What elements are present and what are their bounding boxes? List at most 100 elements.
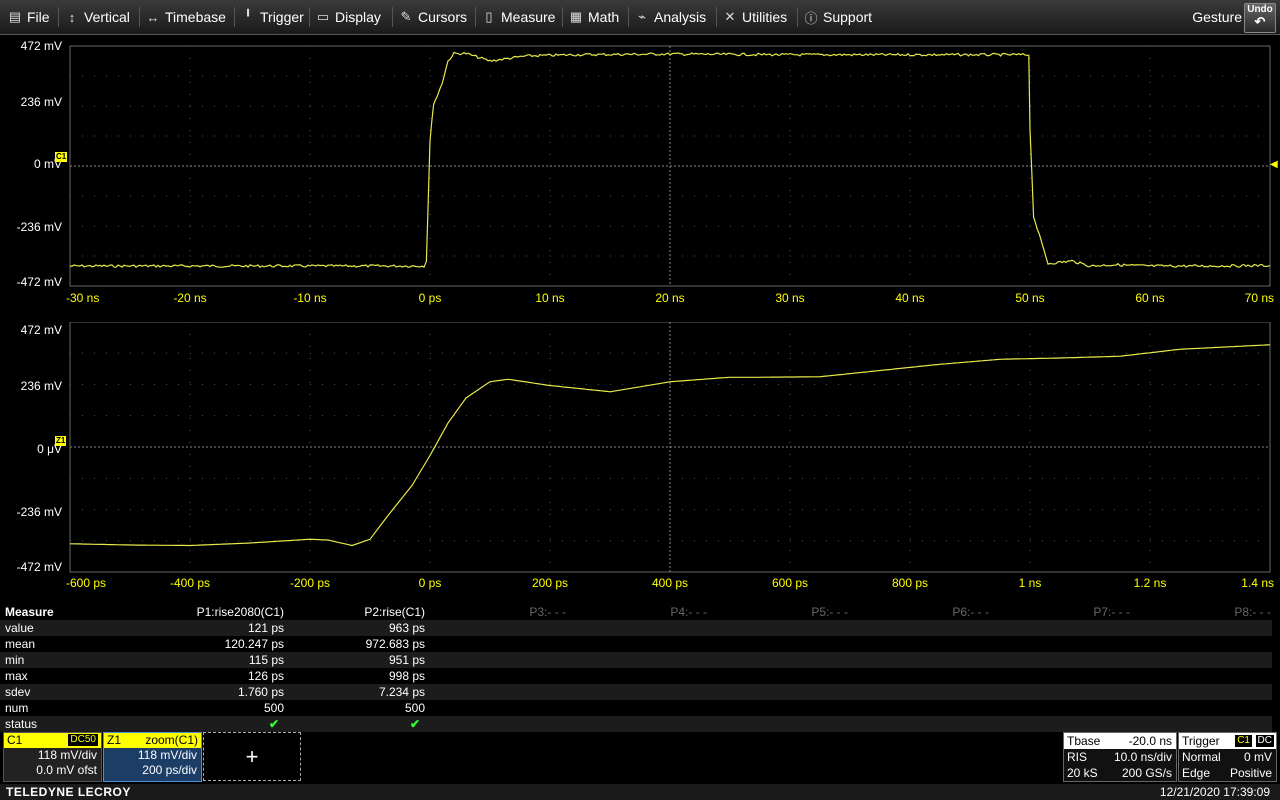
row-name: sdev <box>5 685 31 699</box>
undo-arrow-icon: ↶ <box>1254 14 1266 29</box>
row-name: num <box>5 701 29 715</box>
z1-vdiv: 118 mV/div <box>137 748 197 762</box>
vertical-arrows-icon: ↕ <box>68 9 76 25</box>
y-tick-label: 236 mV <box>20 95 62 109</box>
p1-value: 500 <box>263 701 284 715</box>
file-icon: ▤ <box>8 9 22 24</box>
menu-analysis[interactable]: ⌁ Analysis <box>635 0 706 34</box>
c1-channel-marker[interactable]: C1 <box>55 152 68 162</box>
menu-trigger-label: Trigger <box>260 9 304 25</box>
p7-header[interactable]: P7:- - - <box>1093 604 1130 620</box>
display-icon: ▭ <box>316 9 330 24</box>
c1-waveform-grid[interactable] <box>0 40 1280 290</box>
math-icon: ▦ <box>569 9 583 24</box>
measure-row: mean 120.247 ps 972.683 ps <box>0 636 1272 652</box>
p2-header[interactable]: P2:rise(C1) <box>364 604 425 620</box>
p1-header[interactable]: P1:rise2080(C1) <box>197 604 284 620</box>
measure-icon: ▯ <box>485 9 493 24</box>
p1-value: 115 ps <box>248 653 284 667</box>
x-tick-label: -10 ns <box>293 291 327 305</box>
row-name: status <box>5 717 38 731</box>
trigger-mode: Normal <box>1182 750 1221 764</box>
measure-row: value 121 ps 963 ps <box>0 620 1272 636</box>
menu-math-label: Math <box>588 9 620 25</box>
trigger-descriptor[interactable]: Trigger C1 DC Normal 0 mV Edge Positive <box>1178 732 1277 782</box>
p1-value: 121 ps <box>247 621 284 635</box>
p2-value: 500 <box>404 701 425 715</box>
z1-source: zoom(C1) <box>145 733 198 747</box>
measure-row: max 126 ps 998 ps <box>0 668 1272 684</box>
menu-timebase[interactable]: ↔ Timebase <box>146 0 226 34</box>
c1-descriptor-header: C1 DC50 <box>4 733 101 748</box>
menu-cursors[interactable]: ✎ Cursors <box>399 0 467 34</box>
c1-vdiv: 118 mV/div <box>37 748 97 762</box>
status-footer: TELEDYNE LECROY 12/21/2020 17:39:09 <box>0 784 1280 800</box>
measure-table: Measure P1:rise2080(C1) P2:rise(C1) P3:-… <box>0 604 1280 732</box>
timebase-tdiv: 10.0 ns/div <box>1113 750 1172 764</box>
y-tick-label: -236 mV <box>16 505 62 519</box>
menu-vertical[interactable]: ↕ Vertical <box>65 0 130 34</box>
menu-cursors-label: Cursors <box>418 9 468 25</box>
cursors-icon: ✎ <box>400 9 412 24</box>
x-tick-label: 600 ps <box>771 576 809 590</box>
gesture-label[interactable]: Gesture <box>1192 0 1242 34</box>
measure-row: status ✔ ✔ <box>0 716 1272 732</box>
p8-header[interactable]: P8:- - - <box>1234 604 1271 620</box>
horizontal-arrows-icon: ↔ <box>146 9 160 25</box>
p2-value: 951 ps <box>388 653 425 667</box>
p2-value: 972.683 ps <box>365 637 425 651</box>
p6-header[interactable]: P6:- - - <box>952 604 989 620</box>
measure-title: Measure <box>5 605 54 619</box>
menu-display-label: Display <box>335 9 381 25</box>
x-tick-label: -400 ps <box>169 576 211 590</box>
z1-name: Z1 <box>107 733 122 747</box>
c1-descriptor-box[interactable]: C1 DC50 118 mV/div 0.0 mV ofst <box>3 732 102 782</box>
trigger-level-marker-icon[interactable]: ◀ <box>1270 159 1278 170</box>
z1-channel-marker[interactable]: Z1 <box>55 436 67 446</box>
z1-descriptor-box[interactable]: Z1 zoom(C1) 118 mV/div 200 ps/div <box>103 732 202 782</box>
y-tick-label: 0 μV <box>37 442 62 456</box>
z1-zoom-grid[interactable] <box>0 322 1280 574</box>
x-tick-label: 10 ns <box>535 291 565 305</box>
measure-row: num 500 500 <box>0 700 1272 716</box>
p1-status-check-icon: ✔ <box>268 717 279 731</box>
x-tick-label: 70 ns <box>1244 291 1274 305</box>
menu-bar: ▤ File ↕ Vertical ↔ Timebase ╹ Trigger ▭ Disp… <box>0 0 1280 35</box>
x-tick-label: -30 ns <box>66 291 100 305</box>
p4-header[interactable]: P4:- - - <box>670 604 707 620</box>
menu-support[interactable]: ⓘ Support <box>804 0 872 34</box>
trigger-label: Trigger <box>1182 734 1220 748</box>
x-tick-label: 1 ns <box>1018 576 1042 590</box>
p5-header[interactable]: P5:- - - <box>811 604 848 620</box>
undo-button[interactable]: Undo ↶ <box>1244 3 1276 33</box>
y-tick-label: -236 mV <box>16 220 62 234</box>
timebase-label: Tbase <box>1067 734 1101 748</box>
menu-display[interactable]: ▭ Display <box>316 0 381 34</box>
menu-measure[interactable]: ▯ Measure <box>482 0 555 34</box>
x-tick-label: 1.4 ns <box>1241 576 1274 590</box>
menu-trigger[interactable]: ╹ Trigger <box>241 0 304 34</box>
x-tick-label: 40 ns <box>895 291 925 305</box>
y-tick-label: 472 mV <box>20 39 62 53</box>
utilities-icon: ✕ <box>724 9 736 24</box>
trigger-slope: Positive <box>1229 766 1272 780</box>
menu-utilities[interactable]: ✕ Utilities <box>723 0 788 34</box>
x-tick-label: 60 ns <box>1135 291 1165 305</box>
menu-measure-label: Measure <box>501 9 556 25</box>
menu-divider <box>628 7 629 27</box>
menu-timebase-label: Timebase <box>165 9 226 25</box>
add-trace-button[interactable]: + <box>203 732 301 781</box>
menu-file[interactable]: ▤ File <box>8 0 50 34</box>
c1-offset: 0.0 mV ofst <box>36 763 97 777</box>
x-tick-label: 30 ns <box>775 291 805 305</box>
p3-header[interactable]: P3:- - - <box>529 604 566 620</box>
support-icon: ⓘ <box>804 10 818 26</box>
y-tick-label: 236 mV <box>20 379 62 393</box>
trigger-coupling-badge: DC <box>1255 735 1274 747</box>
menu-divider <box>58 7 59 27</box>
p1-value: 126 ps <box>247 669 284 683</box>
menu-math[interactable]: ▦ Math <box>569 0 619 34</box>
menu-analysis-label: Analysis <box>654 9 707 25</box>
measure-row: sdev 1.760 ps 7.234 ps <box>0 684 1272 700</box>
timebase-descriptor[interactable]: Tbase -20.0 ns RIS 10.0 ns/div 20 kS 200… <box>1063 732 1177 782</box>
